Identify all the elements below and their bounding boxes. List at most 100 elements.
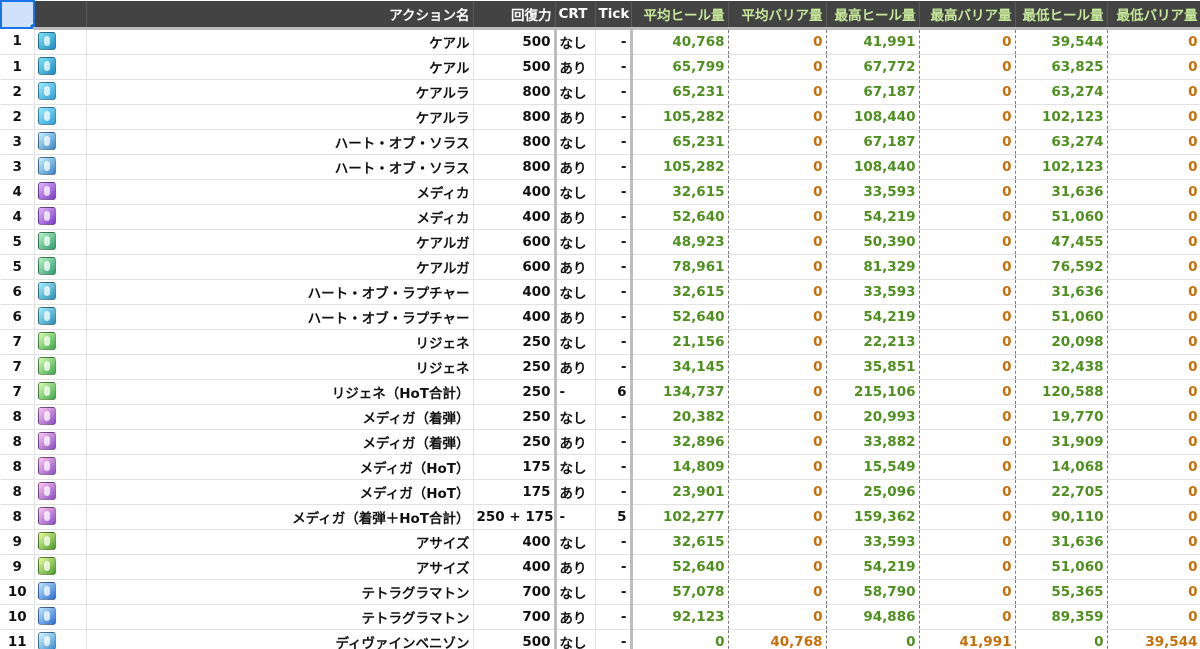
avg-heal-cell[interactable]: 32,615 — [631, 279, 729, 305]
crt-cell[interactable]: なし — [555, 454, 596, 480]
icon-cell[interactable] — [34, 529, 87, 555]
header-min-barrier[interactable]: 最低バリア量 — [1107, 1, 1200, 30]
avg-barrier-cell[interactable]: 0 — [728, 254, 827, 280]
action-name-cell[interactable]: リジェネ（HoT合計） — [86, 379, 474, 405]
icon-cell[interactable] — [34, 304, 87, 330]
tick-cell[interactable]: 5 — [595, 504, 633, 530]
avg-barrier-cell[interactable]: 0 — [728, 504, 827, 530]
crt-cell[interactable]: あり — [555, 204, 596, 230]
avg-heal-cell[interactable]: 14,809 — [631, 454, 729, 480]
header-potency[interactable]: 回復力 — [473, 1, 556, 30]
max-barrier-cell[interactable]: 0 — [919, 604, 1016, 630]
min-heal-cell[interactable]: 102,123 — [1015, 154, 1108, 180]
min-heal-cell[interactable]: 31,909 — [1015, 429, 1108, 455]
avg-barrier-cell[interactable]: 0 — [728, 429, 827, 455]
action-name-cell[interactable]: メディガ（HoT） — [86, 479, 474, 505]
crt-cell[interactable]: なし — [555, 579, 596, 605]
tick-cell[interactable]: - — [595, 404, 633, 430]
avg-heal-cell[interactable]: 52,640 — [631, 204, 729, 230]
icon-cell[interactable] — [34, 454, 87, 480]
action-name-cell[interactable]: アサイズ — [86, 554, 474, 580]
level-cell[interactable]: 4 — [1, 179, 35, 205]
min-heal-cell[interactable]: 31,636 — [1015, 179, 1108, 205]
potency-cell[interactable]: 175 — [473, 479, 557, 505]
potency-cell[interactable]: 400 — [473, 554, 557, 580]
header-avg-heal[interactable]: 平均ヒール量 — [631, 1, 729, 30]
avg-barrier-cell[interactable]: 0 — [728, 304, 827, 330]
max-barrier-cell[interactable]: 0 — [919, 354, 1016, 380]
crt-cell[interactable]: あり — [555, 479, 596, 505]
level-cell[interactable]: 7 — [1, 354, 35, 380]
avg-barrier-cell[interactable]: 0 — [728, 28, 827, 55]
max-heal-cell[interactable]: 54,219 — [826, 304, 920, 330]
icon-cell[interactable] — [34, 604, 87, 630]
min-barrier-cell[interactable]: 0 — [1107, 579, 1200, 605]
min-heal-cell[interactable]: 0 — [1015, 629, 1108, 649]
min-barrier-cell[interactable]: 0 — [1107, 379, 1200, 405]
header-max-barrier[interactable]: 最高バリア量 — [919, 1, 1016, 30]
avg-heal-cell[interactable]: 102,277 — [631, 504, 729, 530]
icon-cell[interactable] — [34, 354, 87, 380]
min-heal-cell[interactable]: 39,544 — [1015, 28, 1108, 55]
tick-cell[interactable]: - — [595, 529, 633, 555]
avg-barrier-cell[interactable]: 0 — [728, 279, 827, 305]
max-heal-cell[interactable]: 22,213 — [826, 329, 920, 355]
max-heal-cell[interactable]: 33,593 — [826, 179, 920, 205]
avg-barrier-cell[interactable]: 0 — [728, 229, 827, 255]
potency-cell[interactable]: 250 — [473, 429, 557, 455]
level-cell[interactable]: 10 — [1, 604, 35, 630]
avg-barrier-cell[interactable]: 0 — [728, 179, 827, 205]
max-barrier-cell[interactable]: 0 — [919, 154, 1016, 180]
icon-cell[interactable] — [34, 104, 87, 130]
max-heal-cell[interactable]: 81,329 — [826, 254, 920, 280]
crt-cell[interactable]: なし — [555, 79, 596, 105]
avg-heal-cell[interactable]: 65,231 — [631, 79, 729, 105]
action-name-cell[interactable]: メディカ — [86, 179, 474, 205]
min-barrier-cell[interactable]: 0 — [1107, 329, 1200, 355]
icon-column-header[interactable] — [34, 1, 87, 30]
min-barrier-cell[interactable]: 0 — [1107, 104, 1200, 130]
level-cell[interactable]: 3 — [1, 154, 35, 180]
max-barrier-cell[interactable]: 0 — [919, 129, 1016, 155]
min-barrier-cell[interactable]: 0 — [1107, 179, 1200, 205]
icon-cell[interactable] — [34, 429, 87, 455]
max-heal-cell[interactable]: 159,362 — [826, 504, 920, 530]
crt-cell[interactable]: あり — [555, 354, 596, 380]
icon-cell[interactable] — [34, 229, 87, 255]
icon-cell[interactable] — [34, 479, 87, 505]
icon-cell[interactable] — [34, 28, 87, 55]
header-max-heal[interactable]: 最高ヒール量 — [826, 1, 920, 30]
header-avg-barrier[interactable]: 平均バリア量 — [728, 1, 827, 30]
max-heal-cell[interactable]: 35,851 — [826, 354, 920, 380]
crt-cell[interactable]: あり — [555, 104, 596, 130]
action-name-cell[interactable]: リジェネ — [86, 329, 474, 355]
crt-cell[interactable]: なし — [555, 28, 596, 55]
min-heal-cell[interactable]: 102,123 — [1015, 104, 1108, 130]
tick-cell[interactable]: - — [595, 479, 633, 505]
potency-cell[interactable]: 600 — [473, 229, 557, 255]
action-name-cell[interactable]: メディガ（HoT） — [86, 454, 474, 480]
min-barrier-cell[interactable]: 0 — [1107, 429, 1200, 455]
avg-barrier-cell[interactable]: 0 — [728, 129, 827, 155]
avg-heal-cell[interactable]: 32,615 — [631, 179, 729, 205]
action-name-cell[interactable]: ハート・オブ・ソラス — [86, 129, 474, 155]
min-heal-cell[interactable]: 20,098 — [1015, 329, 1108, 355]
min-barrier-cell[interactable]: 0 — [1107, 79, 1200, 105]
level-cell[interactable]: 9 — [1, 529, 35, 555]
avg-heal-cell[interactable]: 20,382 — [631, 404, 729, 430]
avg-heal-cell[interactable]: 78,961 — [631, 254, 729, 280]
max-heal-cell[interactable]: 67,187 — [826, 79, 920, 105]
max-barrier-cell[interactable]: 0 — [919, 504, 1016, 530]
header-action-name[interactable]: アクション名 — [86, 1, 474, 30]
potency-cell[interactable]: 400 — [473, 529, 557, 555]
tick-cell[interactable]: - — [595, 554, 633, 580]
avg-barrier-cell[interactable]: 0 — [728, 379, 827, 405]
max-barrier-cell[interactable]: 0 — [919, 28, 1016, 55]
level-cell[interactable]: 7 — [1, 329, 35, 355]
action-name-cell[interactable]: メディガ（着弾＋HoT合計） — [86, 504, 474, 530]
min-heal-cell[interactable]: 63,274 — [1015, 129, 1108, 155]
tick-cell[interactable]: - — [595, 28, 633, 55]
action-name-cell[interactable]: ケアルラ — [86, 104, 474, 130]
tick-cell[interactable]: - — [595, 229, 633, 255]
max-barrier-cell[interactable]: 0 — [919, 179, 1016, 205]
